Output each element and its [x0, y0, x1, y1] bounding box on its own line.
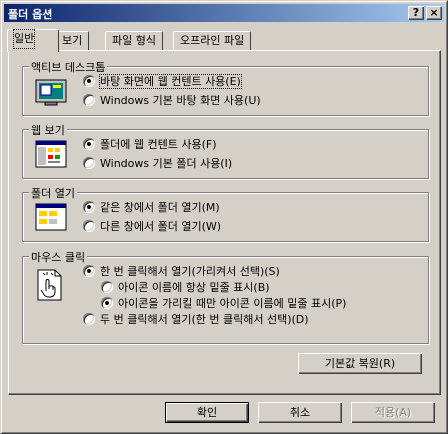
group-web-view: 웹 보기 폴더에 웹 컨텐트 사용(F) Windows 기본 폴더 사용(I)	[22, 122, 429, 179]
desktop-icon	[35, 79, 67, 106]
radio-button-icon	[83, 75, 95, 87]
hand-pointer-icon	[37, 269, 62, 301]
radio-use-classic-desktop[interactable]: Windows 기본 바탕 화면 사용(U)	[83, 94, 261, 108]
help-icon[interactable]: ?	[408, 6, 424, 20]
group-title: 폴더 열기	[29, 185, 77, 201]
tab-general[interactable]: 일반	[7, 29, 59, 52]
radio-use-classic-folders[interactable]: Windows 기본 폴더 사용(I)	[83, 157, 232, 171]
window-icon	[35, 203, 67, 231]
radio-open-same-window[interactable]: 같은 창에서 폴더 열기(M)	[83, 201, 220, 215]
title-bar[interactable]: 폴더 옵션 ? ×	[4, 4, 444, 22]
group-active-desktop: 액티브 데스크톱 바탕 화면에 웹 컨텐트 사용(E) Windows 기본 바…	[22, 59, 429, 116]
tab-offline-files[interactable]: 오프라인 파일	[173, 31, 252, 50]
group-open-folder: 폴더 열기 같은 창에서 폴더 열기(M) 다른 창에서 폴더 열기(W)	[22, 185, 429, 242]
radio-use-web-content-desktop[interactable]: 바탕 화면에 웹 컨텐트 사용(E)	[83, 74, 242, 89]
restore-defaults-button[interactable]: 기본값 복원(R)	[298, 353, 422, 374]
radio-button-icon	[83, 265, 95, 277]
radio-button-icon	[83, 220, 95, 232]
radio-use-web-content-folders[interactable]: 폴더에 웹 컨텐트 사용(F)	[83, 138, 216, 152]
radio-button-icon	[101, 281, 113, 293]
close-icon[interactable]: ×	[426, 6, 442, 20]
folder-options-window: 폴더 옵션 ? × 일반 보기 파일 형식 오프라인 파일 액티브 데스크톱 바…	[0, 0, 448, 434]
radio-button-icon	[83, 313, 95, 325]
radio-always-underline[interactable]: 아이콘 이름에 항상 밑줄 표시(B)	[101, 281, 270, 295]
web-folder-icon	[35, 140, 67, 168]
cancel-button[interactable]: 취소	[258, 402, 342, 423]
radio-button-icon	[83, 138, 95, 150]
radio-button-icon	[83, 94, 95, 106]
tab-view[interactable]: 보기	[55, 31, 90, 50]
group-mouse-click: 마우스 클릭 한 번 클릭해서 열기(가리켜서 선택)(S) 아이콘 이름에 항…	[22, 249, 429, 344]
group-title: 액티브 데스크톱	[29, 59, 108, 75]
window-title: 폴더 옵션	[8, 8, 53, 21]
radio-button-icon	[83, 201, 95, 213]
ok-button[interactable]: 확인	[165, 402, 249, 423]
radio-button-icon	[101, 297, 113, 309]
radio-double-click[interactable]: 두 번 클릭해서 열기(한 번 클릭해서 선택)(D)	[83, 313, 309, 327]
general-tab-panel: 액티브 데스크톱 바탕 화면에 웹 컨텐트 사용(E) Windows 기본 바…	[8, 50, 441, 395]
group-title: 마우스 클릭	[29, 249, 88, 265]
group-title: 웹 보기	[29, 122, 67, 138]
tab-file-types[interactable]: 파일 형식	[105, 31, 163, 50]
radio-button-icon	[83, 157, 95, 169]
radio-single-click[interactable]: 한 번 클릭해서 열기(가리켜서 선택)(S)	[83, 265, 280, 279]
radio-open-new-window[interactable]: 다른 창에서 폴더 열기(W)	[83, 220, 221, 234]
apply-button[interactable]: 적용(A)	[351, 402, 435, 423]
radio-underline-on-hover[interactable]: 아이콘을 가리킬 때만 아이콘 이름에 밑줄 표시(P)	[101, 297, 346, 311]
